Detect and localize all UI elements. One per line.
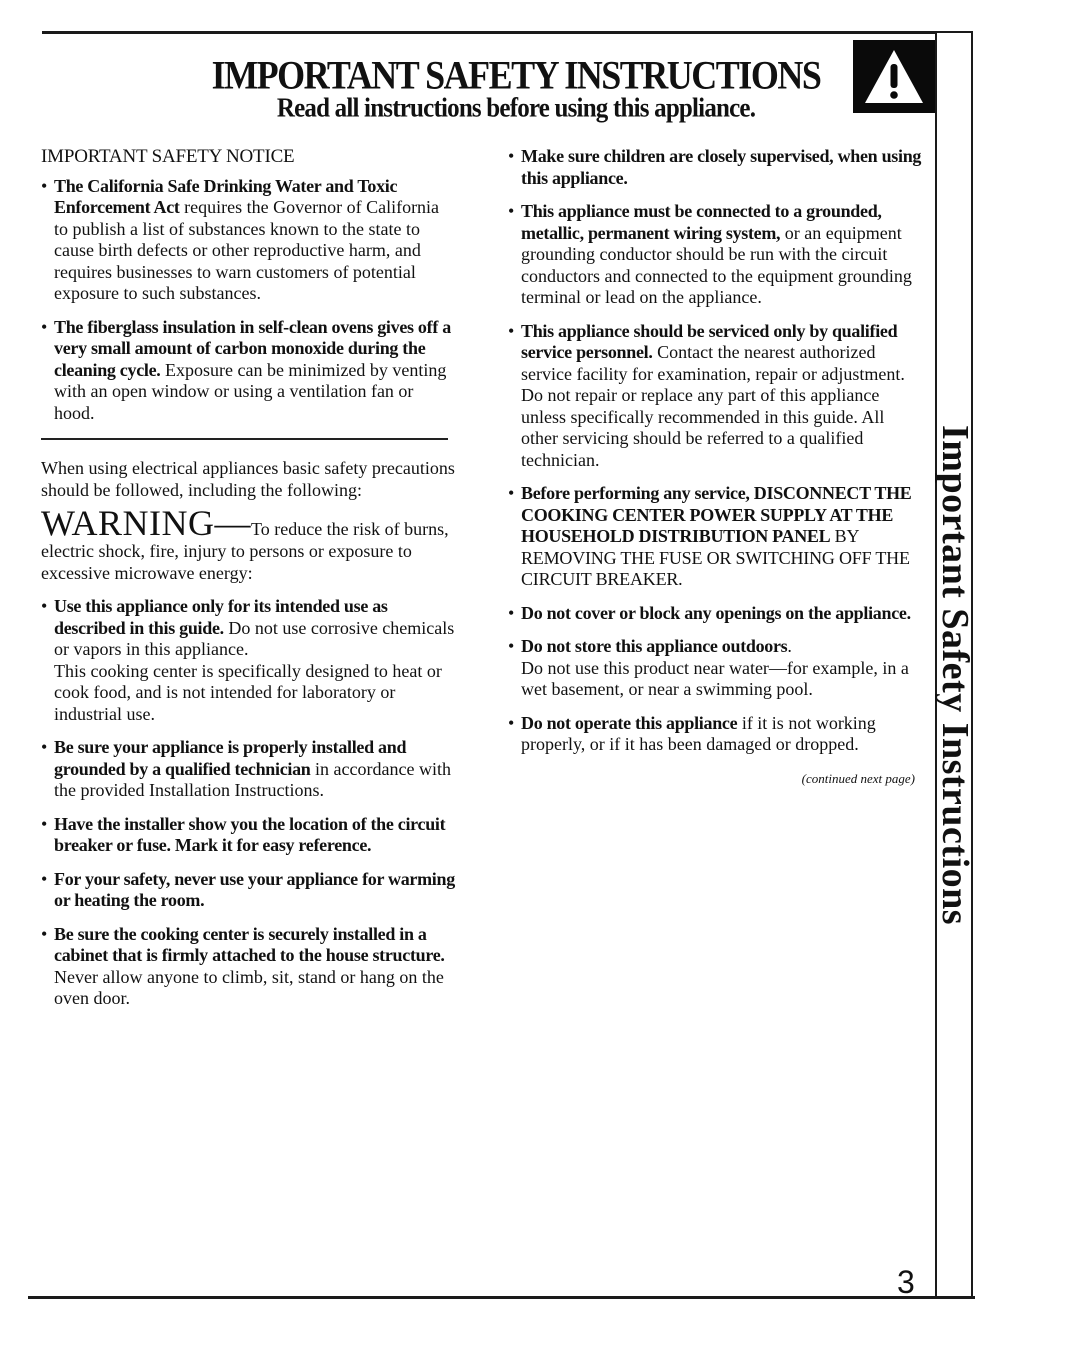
- safety-item: Be sure the cooking center is securely i…: [41, 924, 456, 1010]
- notice-item: The fiberglass insulation in self-clean …: [41, 317, 456, 425]
- safety-item-bold: Do not operate this appliance: [521, 712, 738, 733]
- safety-item: This appliance must be connected to a gr…: [508, 201, 923, 309]
- safety-item: Do not store this appliance outdoors. Do…: [508, 636, 923, 701]
- safety-item: Before performing any service, DISCONNEC…: [508, 483, 923, 591]
- side-tab-label: Important Safety Instructions: [934, 424, 976, 926]
- safety-item: This appliance should be serviced only b…: [508, 321, 923, 472]
- notice-heading: IMPORTANT SAFETY NOTICE: [41, 146, 295, 167]
- warning-statement: WARNING—To reduce the risk of burns, ele…: [41, 505, 456, 584]
- safety-item-extra: This cooking center is specifically desi…: [54, 660, 442, 724]
- safety-item: Make sure children are closely supervise…: [508, 146, 923, 189]
- safety-item-bold: Make sure children are closely supervise…: [521, 146, 922, 188]
- left-column: IMPORTANT SAFETY NOTICE The California S…: [41, 146, 456, 1022]
- safety-item: For your safety, never use your applianc…: [41, 869, 456, 912]
- safety-item-bold: Be sure the cooking center is securely i…: [54, 923, 445, 966]
- safety-item: Do not cover or block any openings on th…: [508, 603, 923, 625]
- top-rule: [42, 31, 936, 34]
- safety-item-text: .: [787, 636, 792, 656]
- page-title: IMPORTANT SAFETY INSTRUCTIONS: [211, 52, 822, 98]
- right-column: Make sure children are closely supervise…: [508, 146, 923, 789]
- warning-word: WARNING—: [41, 503, 251, 543]
- safety-item-extra: Do not use this product near water—for e…: [521, 657, 909, 700]
- safety-item-text: Never allow anyone to climb, sit, stand …: [54, 966, 444, 1009]
- notice-item: The California Safe Drinking Water and T…: [41, 176, 456, 305]
- safety-item: Use this appliance only for its intended…: [41, 596, 456, 725]
- safety-item-bold: Do not store this appliance outdoors: [521, 636, 788, 656]
- continued-note: (continued next page): [801, 770, 915, 786]
- page-subtitle: Read all instructions before using this …: [276, 93, 756, 124]
- intro-text: When using electrical appliances basic s…: [41, 458, 455, 500]
- safety-item: Do not operate this appliance if it is n…: [508, 713, 923, 756]
- safety-item-bold: Do not cover or block any openings on th…: [521, 602, 911, 623]
- bottom-rule: [28, 1296, 975, 1299]
- side-tab: Important Safety Instructions: [934, 425, 976, 925]
- safety-item: Be sure your appliance is properly insta…: [41, 737, 456, 802]
- safety-item-bold: For your safety, never use your applianc…: [54, 868, 455, 911]
- section-divider: [41, 438, 448, 440]
- safety-item: Have the installer show you the location…: [41, 814, 456, 857]
- safety-item-bold: Have the installer show you the location…: [54, 813, 446, 856]
